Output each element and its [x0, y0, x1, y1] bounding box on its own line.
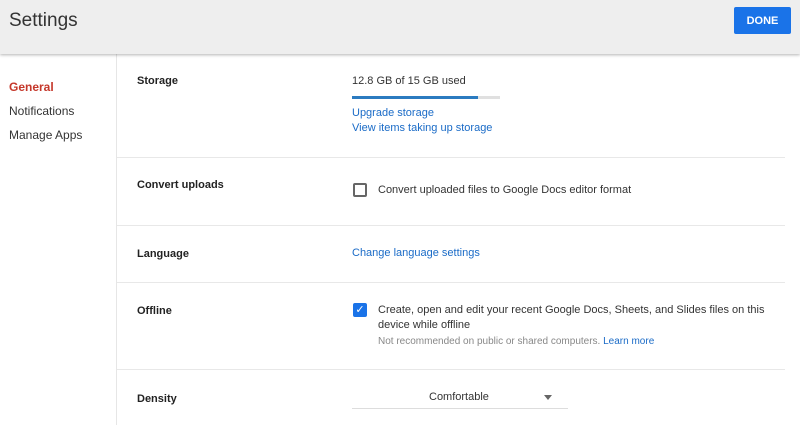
- header: Settings DONE: [0, 0, 800, 54]
- offline-label: Offline: [137, 305, 172, 317]
- density-value: Comfortable: [429, 391, 489, 403]
- chevron-down-icon: [544, 395, 552, 400]
- convert-checkbox[interactable]: [353, 183, 367, 197]
- offline-note: Not recommended on public or shared comp…: [378, 336, 654, 347]
- storage-bar: [352, 96, 500, 99]
- convert-label: Convert uploads: [137, 179, 224, 191]
- upgrade-storage-link[interactable]: Upgrade storage: [352, 107, 434, 119]
- storage-label: Storage: [137, 75, 178, 87]
- language-label: Language: [137, 248, 189, 260]
- offline-note-text: Not recommended on public or shared comp…: [378, 336, 601, 347]
- learn-more-link[interactable]: Learn more: [603, 336, 654, 347]
- storage-bar-fill: [352, 96, 478, 99]
- density-label: Density: [137, 393, 177, 405]
- done-button[interactable]: DONE: [734, 7, 791, 34]
- view-storage-link[interactable]: View items taking up storage: [352, 122, 492, 134]
- storage-usage: 12.8 GB of 15 GB used: [352, 75, 466, 87]
- offline-checkbox-label-1: Create, open and edit your recent Google…: [378, 304, 765, 316]
- divider: [117, 282, 785, 283]
- convert-checkbox-label: Convert uploaded files to Google Docs ed…: [378, 184, 632, 196]
- page-title: Settings: [9, 10, 78, 31]
- offline-checkbox[interactable]: ✓: [353, 303, 367, 317]
- sidebar-item-notifications[interactable]: Notifications: [9, 104, 74, 118]
- divider: [117, 157, 785, 158]
- offline-checkbox-label-2: device while offline: [378, 319, 471, 331]
- sidebar-item-manage-apps[interactable]: Manage Apps: [9, 128, 82, 142]
- change-language-link[interactable]: Change language settings: [352, 247, 480, 259]
- check-icon: ✓: [355, 304, 365, 316]
- sidebar-item-general[interactable]: General: [9, 80, 54, 94]
- divider: [117, 369, 785, 370]
- density-select[interactable]: Comfortable: [352, 386, 568, 409]
- divider: [117, 225, 785, 226]
